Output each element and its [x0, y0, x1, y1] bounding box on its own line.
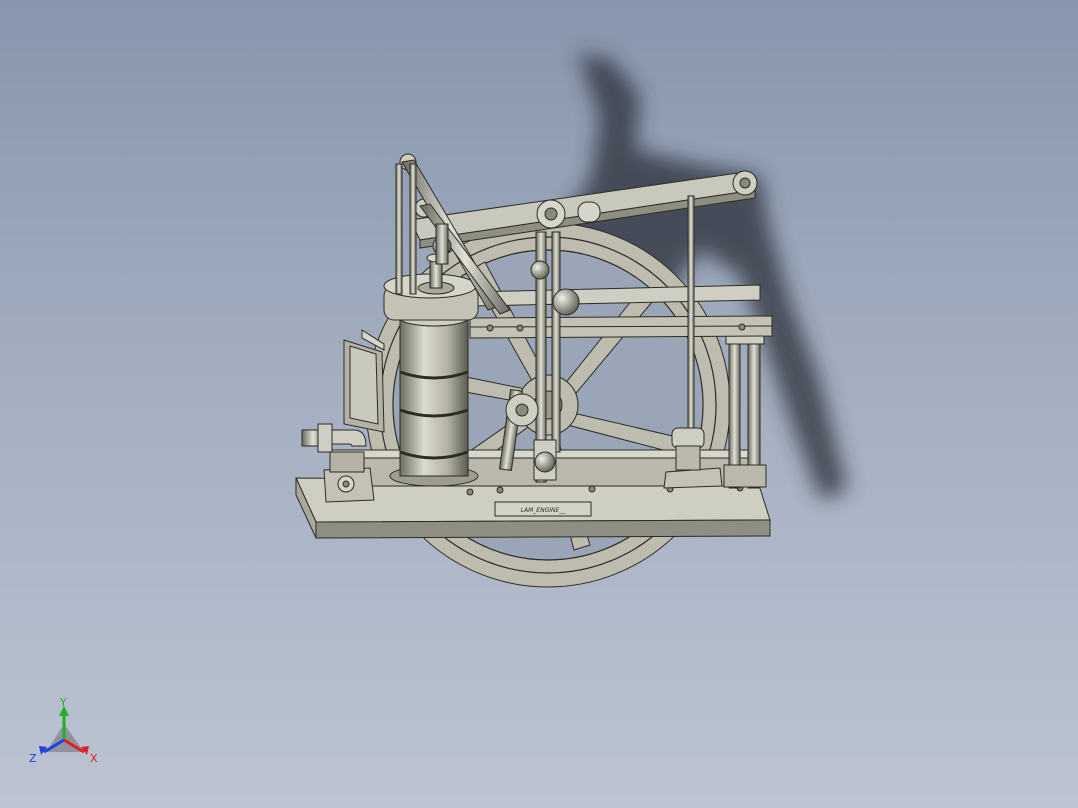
z-axis-label: Z — [29, 752, 37, 765]
x-axis-label: X — [90, 752, 98, 765]
nameplate: LAM_ENGINE__ — [494, 501, 592, 517]
y-axis-label: Y — [59, 696, 67, 709]
nameplate-label: LAM_ENGINE__ — [521, 507, 567, 514]
beam-engine-model[interactable]: LAM_ENGINE__ — [0, 0, 1078, 808]
view-triad[interactable]: Y X Z — [26, 694, 106, 768]
steam-inlet-pipe[interactable] — [301, 423, 367, 453]
valve-chest[interactable] — [343, 329, 385, 433]
cad-viewport[interactable]: LAM_ENGINE__ Y X Z — [0, 0, 1078, 808]
